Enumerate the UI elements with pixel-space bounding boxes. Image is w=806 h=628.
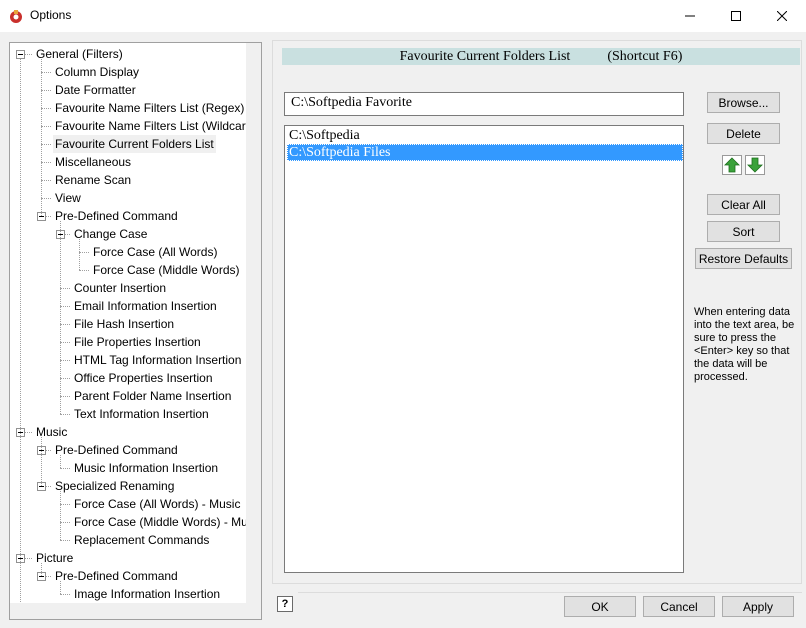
tree-item[interactable]: Date Formatter [53,81,138,99]
page-title: Favourite Current Folders List [399,49,571,64]
tree-item[interactable]: Office Properties Insertion [72,369,215,387]
arrow-up-icon [724,157,740,173]
tree-item[interactable]: Force Case (Middle Words) [91,261,241,279]
tree-item[interactable]: Image Information Insertion [72,585,222,603]
tree-item[interactable]: Specialized Renaming [53,477,176,495]
tree-item[interactable]: File Properties Insertion [72,333,203,351]
arrow-down-icon [747,157,763,173]
tree-item[interactable]: Email Information Insertion [72,297,219,315]
tree-item[interactable]: Replacement Commands [72,531,211,549]
sort-button[interactable]: Sort [707,221,780,242]
options-tree[interactable]: General (Filters) Column Display Date Form… [9,42,262,620]
minimize-icon [685,15,695,17]
tree-guide [60,221,62,414]
maximize-button[interactable] [713,0,759,32]
tree-guide [79,239,81,270]
folder-input[interactable]: C:\Softpedia Favorite [284,92,684,116]
tree-item[interactable]: Force Case (Middle Words) - Mu [72,513,246,531]
cancel-button[interactable]: Cancel [643,596,715,617]
help-button[interactable]: ? [277,596,293,612]
apply-button[interactable]: Apply [722,596,794,617]
tree-item[interactable]: Force Case (All Words) - Music [72,495,242,513]
tree-item[interactable]: Rename Scan [53,171,133,189]
tree-item[interactable]: Parent Folder Name Insertion [72,387,233,405]
browse-button[interactable]: Browse... [707,92,780,113]
list-item-selected[interactable]: C:\Softpedia Files [287,144,683,161]
clear-all-button[interactable]: Clear All [707,194,780,215]
tree-item[interactable]: Pre-Defined Command [53,441,180,459]
delete-button[interactable]: Delete [707,123,780,144]
list-item[interactable]: C:\Softpedia [287,127,683,144]
move-down-button[interactable] [745,155,765,175]
tree-connector [60,594,70,596]
tree-item[interactable]: Counter Insertion [72,279,168,297]
tree-guide [60,491,62,540]
restore-defaults-button[interactable]: Restore Defaults [695,248,792,269]
page-shortcut: (Shortcut F6) [607,49,683,64]
tree-item[interactable]: HTML Tag Information Insertion [72,351,243,369]
close-icon [777,11,787,21]
move-up-button[interactable] [722,155,742,175]
tree-connector [60,540,70,542]
tree-guide [41,563,43,576]
tree-item[interactable]: Force Case (All Words) [91,243,219,261]
hint-text: When entering data into the text area, b… [694,306,795,383]
tree-horizontal-scrollbar[interactable] [10,603,246,619]
page-header: Favourite Current Folders List (Shortcut… [282,48,800,65]
folder-list[interactable]: C:\Softpedia C:\Softpedia Files [284,125,684,573]
tree-item[interactable]: Favourite Current Folders List [53,135,216,153]
tree-item[interactable]: File Hash Insertion [72,315,176,333]
ok-button[interactable]: OK [564,596,636,617]
tree-item[interactable]: View [53,189,83,207]
tree-vertical-scrollbar[interactable] [246,43,261,603]
tree-guide [60,581,62,594]
tree-connector [60,468,70,470]
tree-content: General (Filters) Column Display Date Form… [10,43,246,603]
collapse-icon[interactable] [16,50,25,59]
tree-guide [60,455,62,468]
tree-item[interactable]: Column Display [53,63,141,81]
tree-guide-root [20,59,22,603]
tree-item[interactable]: Music Information Insertion [72,459,220,477]
app-icon [8,8,24,24]
tree-item[interactable]: Favourite Name Filters List (Regex) [53,99,246,117]
tree-connector [79,270,89,272]
tree-item[interactable]: Text Information Insertion [72,405,211,423]
tree-item[interactable]: General (Filters) [34,45,125,63]
tree-guide [41,437,43,486]
scroll-corner [246,603,261,619]
window-title: Options [30,8,72,22]
tree-item[interactable]: Change Case [72,225,149,243]
tree-item[interactable]: Favourite Name Filters List (Wildcard [53,117,246,135]
tree-item[interactable]: Pre-Defined Command [53,567,180,585]
maximize-icon [731,11,741,21]
tree-guide [41,59,43,216]
close-button[interactable] [759,0,805,32]
tree-connector [60,414,70,416]
minimize-button[interactable] [667,0,713,32]
tree-item[interactable]: Pre-Defined Command [53,207,180,225]
tree-item[interactable]: Music [34,423,69,441]
tree-item[interactable]: Miscellaneous [53,153,133,171]
